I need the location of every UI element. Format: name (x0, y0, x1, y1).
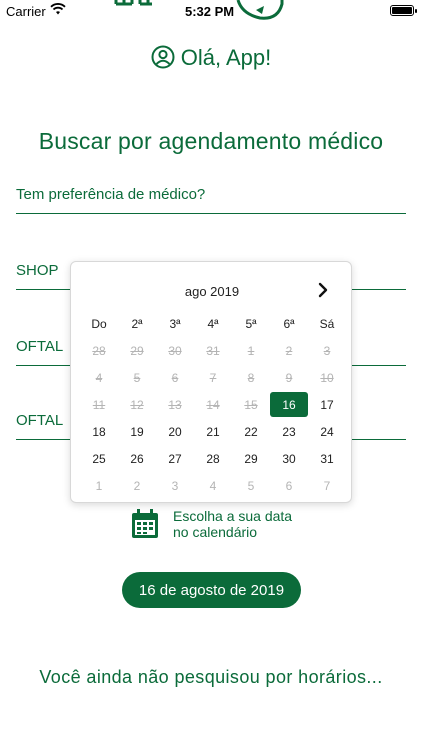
calendar-day: 2 (285, 343, 293, 358)
calendar-day: 8 (247, 370, 255, 385)
weekday-header: 2ª (131, 316, 143, 331)
calendar-day: 30 (168, 343, 182, 358)
calendar-day: 4 (95, 370, 103, 385)
calendar-day[interactable]: 31 (308, 445, 346, 472)
calendar-day: 1 (95, 478, 103, 493)
doctor-preference-field[interactable]: Tem preferência de médico? (16, 186, 406, 214)
calendar-day: 2 (133, 478, 141, 493)
calendar-day: 3 (323, 343, 331, 358)
calendar-day[interactable]: 25 (80, 445, 118, 472)
calendar-day: 10 (320, 370, 334, 385)
calendar-day: 6 (285, 478, 293, 493)
calendar-month-label: ago 2019 (184, 284, 240, 299)
weekday-header: 4ª (207, 316, 219, 331)
calendar-grid: Do 2ª 3ª 4ª 5ª 6ª Sá 28 29 30 31 1 2 3 4 5 6 7 8 9 10 11 12 13 1… (80, 310, 346, 499)
calendar-day[interactable]: 30 (270, 445, 308, 472)
calendar-day: 5 (247, 478, 255, 493)
calendar-day[interactable]: 26 (118, 445, 156, 472)
calendar-day[interactable]: 21 (194, 418, 232, 445)
calendar-day[interactable]: 22 (232, 418, 270, 445)
calendar-day: 6 (171, 370, 179, 385)
calendar-day[interactable]: 27 (156, 445, 194, 472)
wifi-icon (50, 2, 66, 19)
calendar-day: 4 (209, 478, 217, 493)
hint-line-1: Escolha a sua data (173, 508, 293, 524)
weekday-header: 3ª (169, 316, 181, 331)
calendar-day[interactable]: 19 (118, 418, 156, 445)
calendar-day[interactable]: 20 (156, 418, 194, 445)
calendar-icon (130, 508, 160, 545)
battery-icon (390, 5, 417, 16)
greeting-text: Olá, App! (180, 45, 272, 70)
calendar-day[interactable]: 29 (232, 445, 270, 472)
hint-line-2: no calendário (173, 524, 258, 540)
empty-state-message: Você ainda não pesquisou por horários... (39, 667, 383, 687)
calendar-day: 7 (323, 478, 331, 493)
calendar-day-selected[interactable]: 16 (270, 392, 308, 417)
calendar-day: 1 (247, 343, 255, 358)
calendar-day: 9 (285, 370, 293, 385)
calendar-day: 7 (209, 370, 217, 385)
brand-logo (110, 0, 290, 22)
greeting: Olá, App! (0, 45, 422, 75)
calendar-day: 31 (206, 343, 220, 358)
calendar-day: 13 (168, 397, 182, 412)
calendar-popover: ago 2019 Do 2ª 3ª 4ª 5ª 6ª Sá 28 29 30 31 1 2 3 4 5 6 7 8 9… (70, 261, 352, 503)
calendar-day: 28 (92, 343, 106, 358)
chevron-right-icon[interactable] (313, 280, 333, 300)
weekday-header: Do (91, 316, 107, 331)
calendar-day[interactable]: 23 (270, 418, 308, 445)
section-title: Buscar por agendamento médico (38, 128, 384, 154)
calendar-day[interactable]: 28 (194, 445, 232, 472)
calendar-day: 15 (244, 397, 258, 412)
calendar-day: 5 (133, 370, 141, 385)
weekday-header: 6ª (283, 316, 295, 331)
weekday-header: 5ª (245, 316, 257, 331)
hint-text: Escolha a sua data no calendário (173, 508, 323, 540)
calendar-day: 12 (130, 397, 144, 412)
selected-date-button[interactable]: 16 de agosto de 2019 (122, 572, 301, 608)
calendar-hint: Escolha a sua data no calendário (130, 508, 330, 542)
calendar-day: 29 (130, 343, 144, 358)
carrier-label: Carrier (6, 4, 46, 19)
calendar-day: 3 (171, 478, 179, 493)
weekday-header: Sá (319, 316, 335, 331)
calendar-day: 14 (206, 397, 220, 412)
calendar-day[interactable]: 17 (308, 391, 346, 418)
calendar-day: 11 (92, 397, 106, 412)
calendar-day[interactable]: 18 (80, 418, 118, 445)
user-icon (151, 45, 175, 75)
calendar-day[interactable]: 24 (308, 418, 346, 445)
